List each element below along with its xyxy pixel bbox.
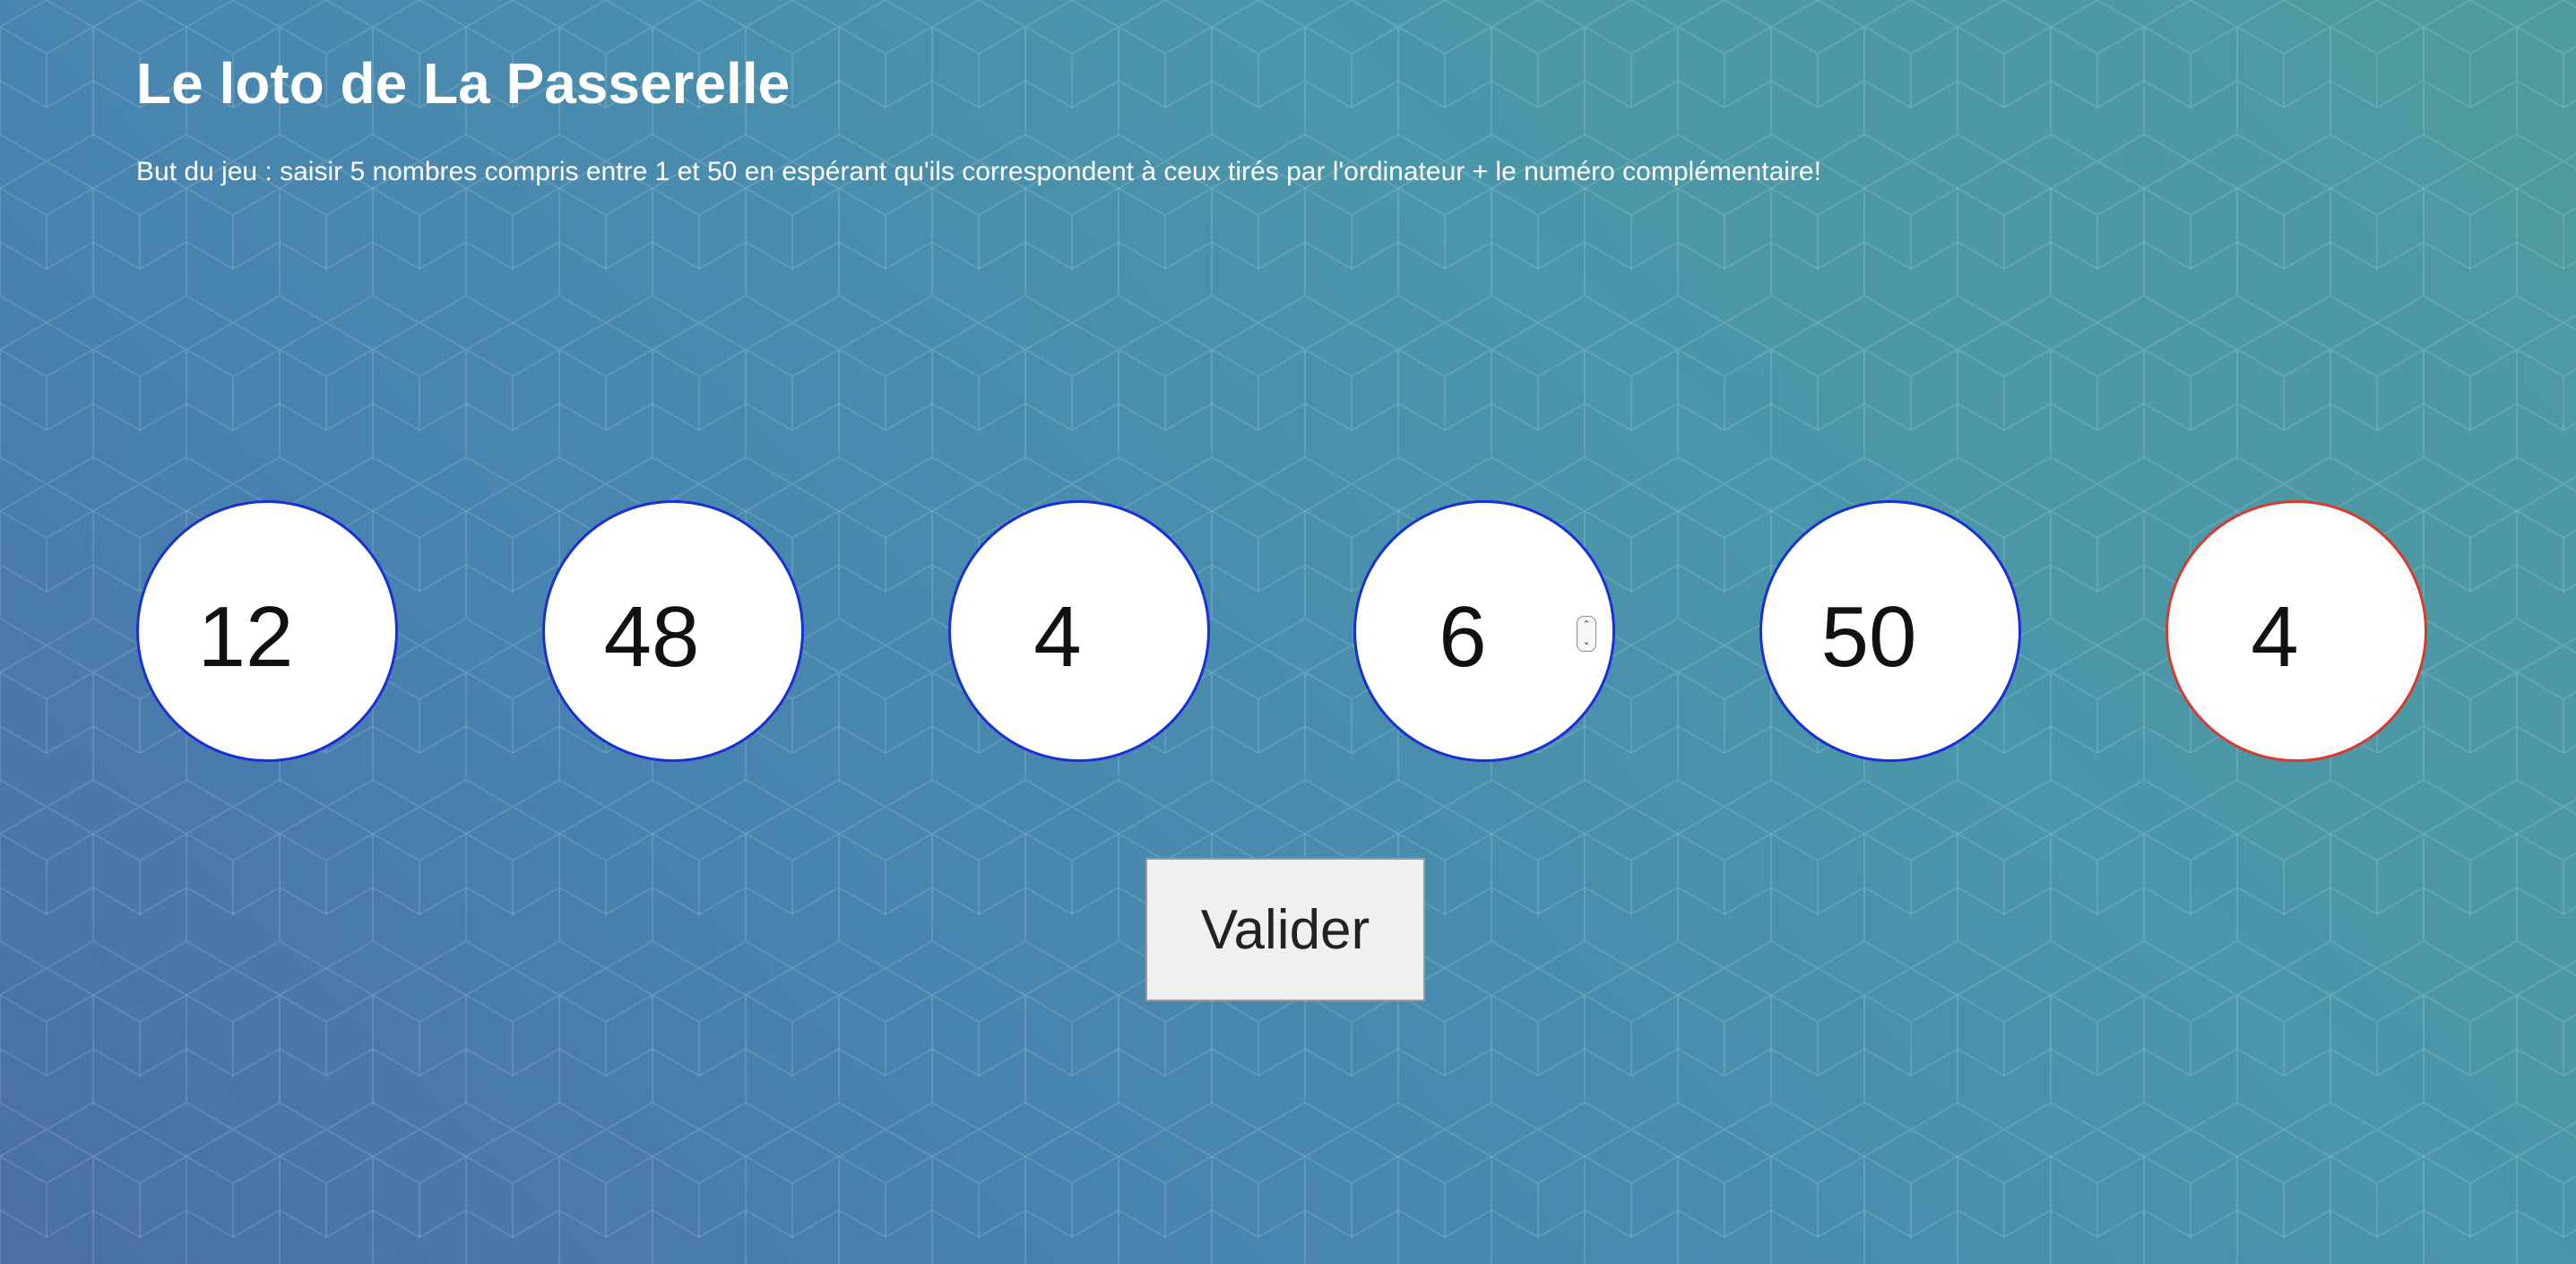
- number-input-4[interactable]: 6: [1356, 503, 1569, 765]
- number-input-1[interactable]: 12: [139, 503, 352, 765]
- complementary-input[interactable]: 4: [2168, 503, 2382, 765]
- number-ball-2: 48: [542, 500, 804, 762]
- number-input-5[interactable]: 50: [1762, 503, 1975, 765]
- number-input-3[interactable]: 4: [951, 503, 1164, 765]
- number-input-2[interactable]: 48: [545, 503, 758, 765]
- complementary-ball: 4: [2165, 500, 2427, 762]
- spinner-up-icon[interactable]: ⌃: [1578, 617, 1595, 634]
- spinner-arrows-icon[interactable]: ⌃ ⌄: [1577, 616, 1596, 652]
- number-ball-5: 50: [1759, 500, 2021, 762]
- game-description: But du jeu : saisir 5 nombres compris en…: [136, 157, 1821, 186]
- spinner-down-icon[interactable]: ⌄: [1578, 634, 1595, 651]
- page-title: Le loto de La Passerelle: [136, 51, 791, 116]
- number-ball-3: 4: [948, 500, 1210, 762]
- number-ball-4: 6 ⌃ ⌄: [1353, 500, 1615, 762]
- number-ball-1: 12: [136, 500, 398, 762]
- validate-button[interactable]: Valider: [1145, 858, 1425, 1001]
